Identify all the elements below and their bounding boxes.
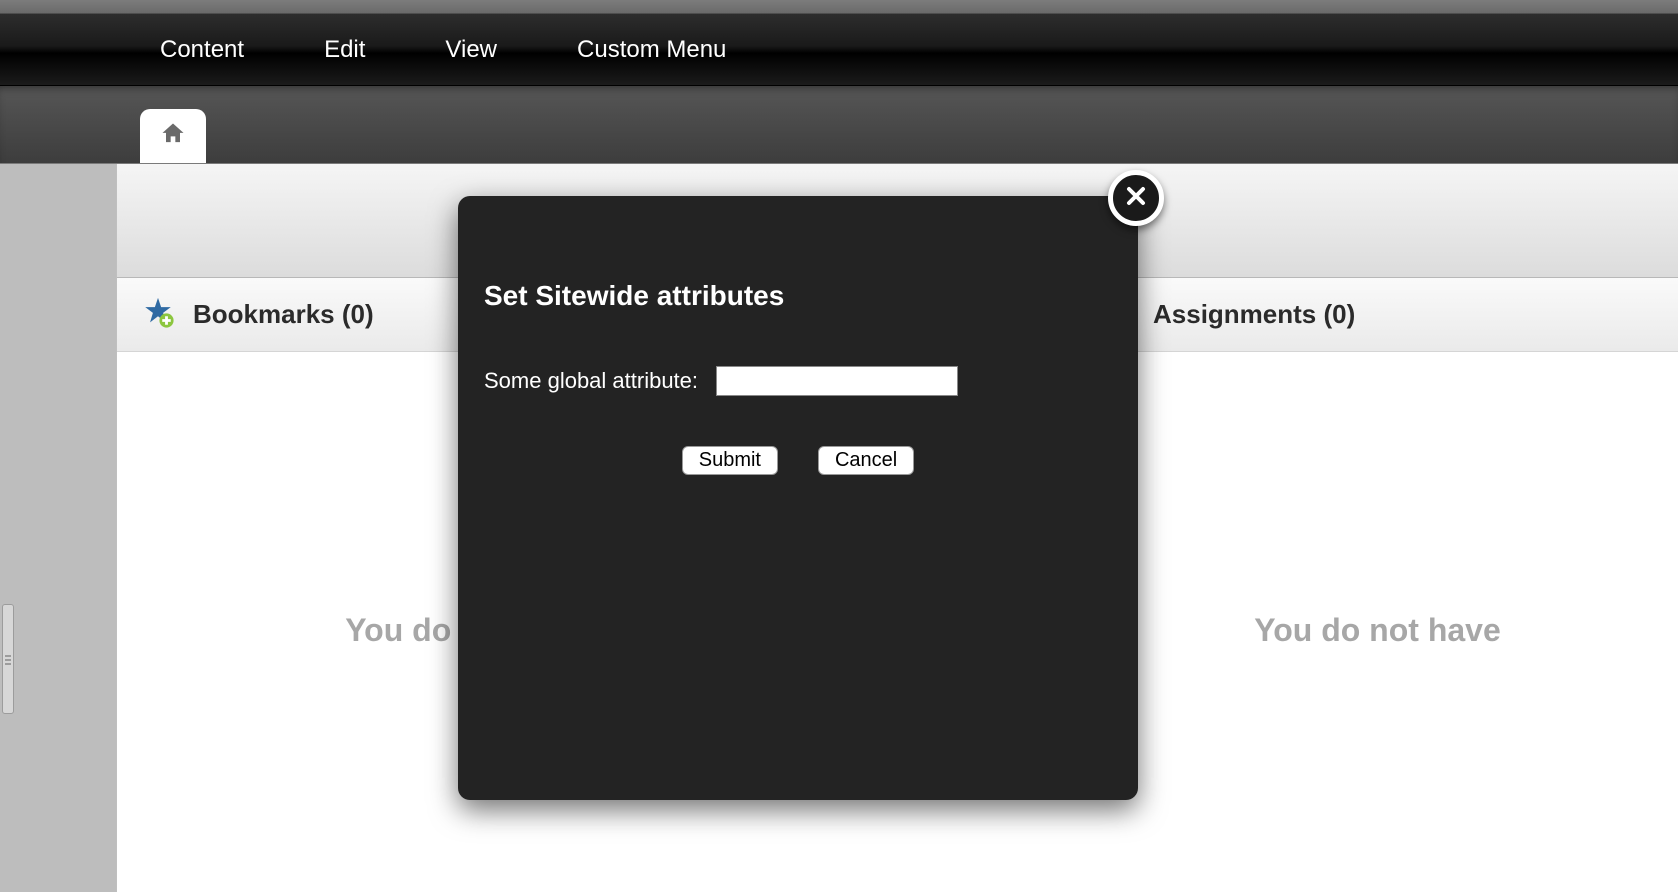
global-attribute-field: Some global attribute: — [484, 366, 1112, 396]
assignments-title: Assignments (0) — [1153, 299, 1355, 330]
menu-custom[interactable]: Custom Menu — [577, 36, 726, 64]
global-attribute-label: Some global attribute: — [484, 368, 698, 394]
menu-view[interactable]: View — [445, 36, 497, 64]
home-tab[interactable] — [140, 109, 206, 163]
browser-chrome — [0, 0, 1678, 14]
assignments-panel: Assignments (0) You do not have — [1077, 278, 1678, 649]
global-attribute-input[interactable] — [716, 366, 958, 396]
main-menubar: Content Edit View Custom Menu — [0, 14, 1678, 86]
left-gutter — [0, 164, 116, 892]
home-icon — [159, 120, 187, 153]
close-icon — [1124, 184, 1148, 213]
sitewide-attributes-dialog: Set Sitewide attributes Some global attr… — [458, 196, 1138, 800]
bookmarks-title: Bookmarks (0) — [193, 299, 374, 330]
dialog-close-button[interactable] — [1108, 170, 1164, 226]
scrollbar-thumb[interactable] — [2, 604, 14, 714]
dialog-title: Set Sitewide attributes — [484, 280, 1112, 312]
assignments-empty-message: You do not have — [1077, 612, 1678, 649]
menu-content[interactable]: Content — [160, 36, 244, 64]
submit-button[interactable]: Submit — [682, 446, 778, 475]
bookmark-add-icon — [141, 295, 175, 334]
assignments-header: Assignments (0) — [1077, 278, 1678, 352]
menu-edit[interactable]: Edit — [324, 36, 365, 64]
tab-bar — [0, 86, 1678, 164]
cancel-button[interactable]: Cancel — [818, 446, 914, 475]
